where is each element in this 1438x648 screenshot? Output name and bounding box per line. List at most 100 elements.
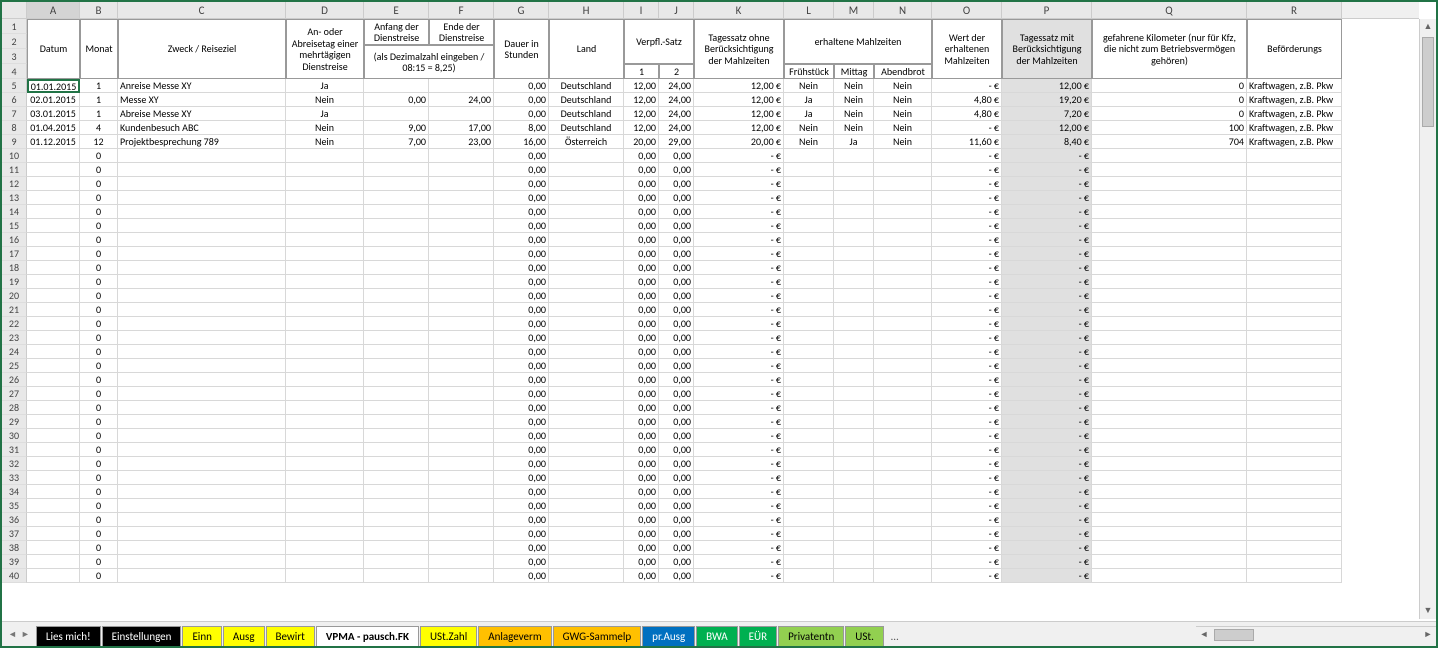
cell-Q33[interactable] bbox=[1092, 471, 1247, 485]
cell-P26[interactable]: - € bbox=[1002, 373, 1092, 387]
cell-J13[interactable]: 0,00 bbox=[659, 191, 694, 205]
row-header-29[interactable]: 29 bbox=[2, 415, 27, 429]
cell-F38[interactable] bbox=[429, 541, 494, 555]
row-header-14[interactable]: 14 bbox=[2, 205, 27, 219]
cell-B17[interactable]: 0 bbox=[80, 247, 118, 261]
cell-C8[interactable]: Kundenbesuch ABC bbox=[118, 121, 286, 135]
cell-B12[interactable]: 0 bbox=[80, 177, 118, 191]
cell-B31[interactable]: 0 bbox=[80, 443, 118, 457]
cell-H22[interactable] bbox=[549, 317, 624, 331]
cell-M21[interactable] bbox=[834, 303, 874, 317]
cell-A14[interactable] bbox=[27, 205, 80, 219]
tab-nav-prev[interactable]: ◄ bbox=[8, 629, 17, 640]
cell-I23[interactable]: 0,00 bbox=[624, 331, 659, 345]
cell-L22[interactable] bbox=[784, 317, 834, 331]
hdr-ende[interactable]: Ende der Dienstreise bbox=[429, 19, 494, 45]
cell-D39[interactable] bbox=[286, 555, 364, 569]
cell-G32[interactable]: 0,00 bbox=[494, 457, 549, 471]
cell-L19[interactable] bbox=[784, 275, 834, 289]
cell-F39[interactable] bbox=[429, 555, 494, 569]
cell-C19[interactable] bbox=[118, 275, 286, 289]
cell-K39[interactable]: - € bbox=[694, 555, 784, 569]
cell-D14[interactable] bbox=[286, 205, 364, 219]
cell-E7[interactable] bbox=[364, 107, 429, 121]
col-header-B[interactable]: B bbox=[80, 2, 118, 18]
cell-N5[interactable]: Nein bbox=[874, 79, 932, 93]
cell-P23[interactable]: - € bbox=[1002, 331, 1092, 345]
cell-M24[interactable] bbox=[834, 345, 874, 359]
cell-Q30[interactable] bbox=[1092, 429, 1247, 443]
cell-O15[interactable]: - € bbox=[932, 219, 1002, 233]
cell-A35[interactable] bbox=[27, 499, 80, 513]
cell-K28[interactable]: - € bbox=[694, 401, 784, 415]
cell-Q12[interactable] bbox=[1092, 177, 1247, 191]
cell-E32[interactable] bbox=[364, 457, 429, 471]
cell-M22[interactable] bbox=[834, 317, 874, 331]
row-header-11[interactable]: 11 bbox=[2, 163, 27, 177]
cell-G7[interactable]: 0,00 bbox=[494, 107, 549, 121]
cell-Q40[interactable] bbox=[1092, 569, 1247, 583]
cell-B8[interactable]: 4 bbox=[80, 121, 118, 135]
cell-A27[interactable] bbox=[27, 387, 80, 401]
cell-F28[interactable] bbox=[429, 401, 494, 415]
cell-D32[interactable] bbox=[286, 457, 364, 471]
cell-A28[interactable] bbox=[27, 401, 80, 415]
row-header-26[interactable]: 26 bbox=[2, 373, 27, 387]
cell-F13[interactable] bbox=[429, 191, 494, 205]
cell-F14[interactable] bbox=[429, 205, 494, 219]
cell-J26[interactable]: 0,00 bbox=[659, 373, 694, 387]
col-header-K[interactable]: K bbox=[694, 2, 784, 18]
cell-L6[interactable]: Ja bbox=[784, 93, 834, 107]
cell-M9[interactable]: Ja bbox=[834, 135, 874, 149]
cell-G28[interactable]: 0,00 bbox=[494, 401, 549, 415]
cell-C23[interactable] bbox=[118, 331, 286, 345]
cell-A11[interactable] bbox=[27, 163, 80, 177]
cell-O17[interactable]: - € bbox=[932, 247, 1002, 261]
cell-N37[interactable] bbox=[874, 527, 932, 541]
cell-R19[interactable] bbox=[1247, 275, 1342, 289]
cell-O27[interactable]: - € bbox=[932, 387, 1002, 401]
cell-P10[interactable]: - € bbox=[1002, 149, 1092, 163]
cell-O30[interactable]: - € bbox=[932, 429, 1002, 443]
cell-K27[interactable]: - € bbox=[694, 387, 784, 401]
hdr-fruehstueck[interactable]: Frühstück bbox=[784, 64, 834, 79]
row-header-30[interactable]: 30 bbox=[2, 429, 27, 443]
hdr-mahlzeiten[interactable]: erhaltene Mahlzeiten bbox=[784, 19, 932, 64]
row-header-35[interactable]: 35 bbox=[2, 499, 27, 513]
cell-C31[interactable] bbox=[118, 443, 286, 457]
cell-K8[interactable]: 12,00 € bbox=[694, 121, 784, 135]
cell-M36[interactable] bbox=[834, 513, 874, 527]
cell-K24[interactable]: - € bbox=[694, 345, 784, 359]
cell-N39[interactable] bbox=[874, 555, 932, 569]
row-header-3[interactable]: 3 bbox=[2, 49, 27, 64]
col-header-M[interactable]: M bbox=[834, 2, 874, 18]
scroll-down-arrow[interactable]: ▼ bbox=[1420, 603, 1436, 619]
cell-O36[interactable]: - € bbox=[932, 513, 1002, 527]
cell-L18[interactable] bbox=[784, 261, 834, 275]
cell-D31[interactable] bbox=[286, 443, 364, 457]
sheet-tab-einn[interactable]: Einn bbox=[182, 626, 221, 646]
cell-K35[interactable]: - € bbox=[694, 499, 784, 513]
cell-B16[interactable]: 0 bbox=[80, 233, 118, 247]
cell-L10[interactable] bbox=[784, 149, 834, 163]
cell-I8[interactable]: 12,00 bbox=[624, 121, 659, 135]
cell-D17[interactable] bbox=[286, 247, 364, 261]
cell-N28[interactable] bbox=[874, 401, 932, 415]
cell-N14[interactable] bbox=[874, 205, 932, 219]
cell-K40[interactable]: - € bbox=[694, 569, 784, 583]
cell-O35[interactable]: - € bbox=[932, 499, 1002, 513]
cell-E17[interactable] bbox=[364, 247, 429, 261]
cell-M16[interactable] bbox=[834, 233, 874, 247]
cell-M38[interactable] bbox=[834, 541, 874, 555]
cell-R14[interactable] bbox=[1247, 205, 1342, 219]
cell-B38[interactable]: 0 bbox=[80, 541, 118, 555]
cell-P37[interactable]: - € bbox=[1002, 527, 1092, 541]
cell-L30[interactable] bbox=[784, 429, 834, 443]
cell-P31[interactable]: - € bbox=[1002, 443, 1092, 457]
cell-B11[interactable]: 0 bbox=[80, 163, 118, 177]
cell-N12[interactable] bbox=[874, 177, 932, 191]
cell-D21[interactable] bbox=[286, 303, 364, 317]
cell-C32[interactable] bbox=[118, 457, 286, 471]
cell-D13[interactable] bbox=[286, 191, 364, 205]
hdr-verpfl-2[interactable]: 2 bbox=[659, 64, 694, 79]
